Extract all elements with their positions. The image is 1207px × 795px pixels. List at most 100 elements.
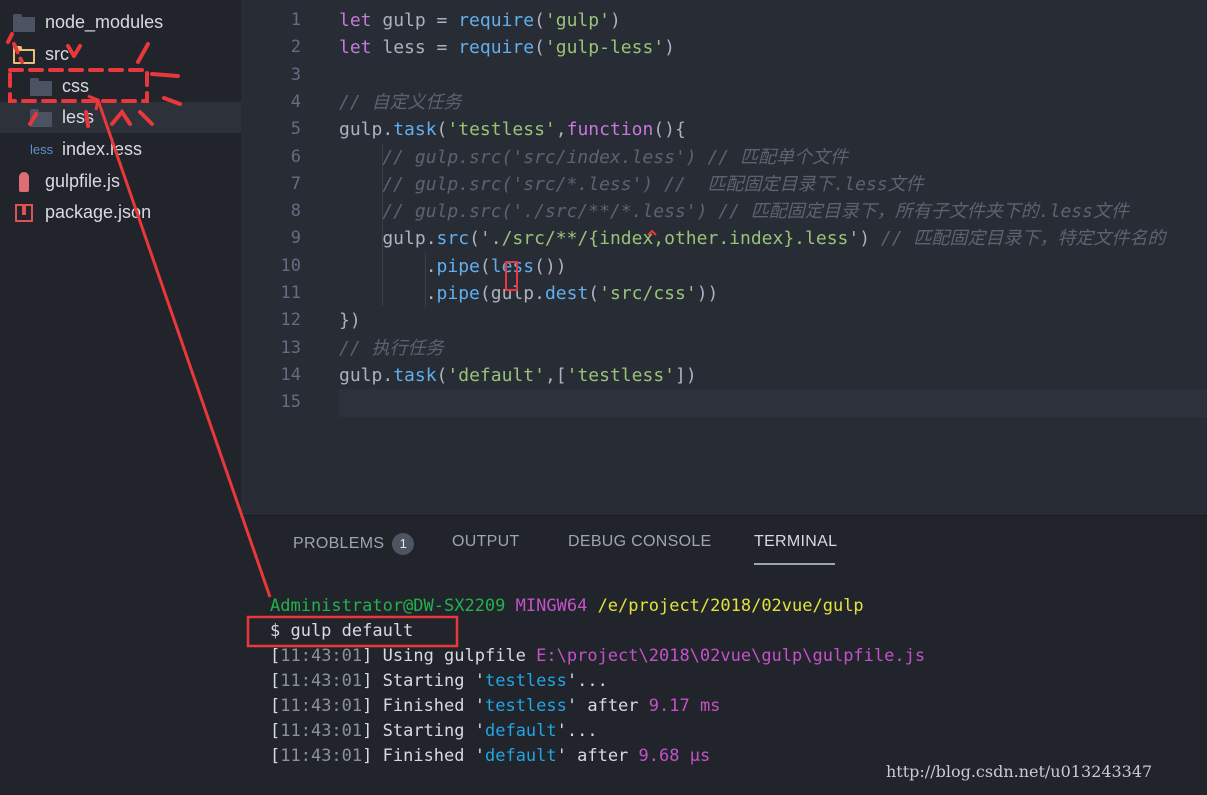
code-line[interactable]: 11 .pipe(gulp.dest('src/css')) (241, 280, 1207, 307)
code-token: less = (382, 37, 459, 59)
log-text: Starting ' (382, 721, 485, 741)
code-token: less (490, 255, 535, 277)
tree-item-label: src (45, 44, 69, 64)
log-text: Finished ' (382, 696, 485, 716)
tree-item-gulpfile[interactable]: gulpfile.js (0, 166, 254, 197)
code-token: ( (534, 37, 545, 59)
line-number: 12 (280, 310, 301, 331)
timestamp: 11:43:01 (280, 671, 363, 691)
code-text: gulp.task('default',['testless']) (339, 362, 697, 389)
code-token: . (339, 283, 437, 304)
code-editor[interactable]: 1 let gulp = require('gulp') 2 let less = r… (241, 0, 1207, 515)
tree-item-css[interactable]: css (0, 71, 271, 102)
tree-item-node-modules[interactable]: node_modules (0, 7, 254, 38)
folder-icon (30, 108, 52, 127)
log-highlight: testless (484, 671, 567, 691)
code-line[interactable]: 13 // 执行任务 (241, 335, 1207, 362)
tab-debug-console[interactable]: DEBUG CONSOLE (568, 533, 712, 551)
tab-label: PROBLEMS (293, 535, 385, 553)
code-token: // 执行任务 (339, 337, 444, 359)
code-token: pipe (436, 255, 480, 277)
code-line[interactable]: 12}) (241, 307, 1207, 334)
tree-item-index-less[interactable]: less index.less (0, 134, 271, 165)
tree-item-src[interactable]: src (0, 39, 254, 70)
less-file-icon: less (30, 142, 54, 157)
terminal-output-line: [11:43:01] Finished 'testless' after 9.1… (270, 696, 721, 716)
terminal-prompt: Administrator@DW-SX2209 MINGW64 /e/proje… (270, 596, 864, 616)
code-token: gulp. (339, 228, 437, 250)
code-token: , (555, 119, 567, 141)
timestamp: 11:43:01 (280, 646, 363, 666)
code-text: gulp.task('testless',function(){ (339, 116, 686, 143)
code-token: gulp = (382, 10, 459, 31)
code-line[interactable]: 7 // gulp.src('src/*.less') // 匹配固定目录下.l… (241, 171, 1207, 198)
code-token: ( (469, 228, 480, 250)
code-text: gulp.src('./src/**/{index,other.index}.l… (339, 225, 1165, 252)
tab-output[interactable]: OUTPUT (452, 533, 520, 551)
prompt-path: /e/project/2018/02vue/gulp (597, 596, 864, 616)
tree-item-label: package.json (45, 202, 152, 222)
code-token: 'testless' (566, 364, 675, 386)
code-token: ()) (534, 255, 567, 277)
code-token: 'testless' (447, 119, 556, 141)
code-token: ,[ (544, 364, 567, 386)
code-line[interactable]: 10 .pipe(less()) (241, 253, 1207, 280)
code-line[interactable]: 6 // gulp.src('src/index.less') // 匹配单个文… (241, 144, 1207, 171)
code-token: ) (664, 37, 675, 59)
log-highlight: default (484, 746, 557, 766)
code-token: let (339, 10, 383, 31)
log-highlight: default (484, 721, 557, 741)
line-number: 15 (280, 392, 301, 413)
code-line[interactable]: 14 gulp.task('default',['testless']) (241, 362, 1207, 389)
code-line[interactable]: 3 (241, 62, 1207, 89)
line-number: 5 (290, 119, 301, 140)
terminal-output-line: [11:43:01] Using gulpfile E:\project\201… (270, 646, 926, 666)
code-token: require (458, 10, 535, 31)
line-number: 6 (290, 146, 301, 167)
code-text: // 执行任务 (339, 335, 444, 362)
code-line[interactable]: 8 // gulp.src('./src/**/*.less') // 匹配固定… (241, 198, 1207, 225)
log-text: ' after (556, 746, 639, 766)
code-line[interactable]: 1 let gulp = require('gulp') (241, 7, 1207, 34)
code-text: .pipe(less()) (339, 253, 567, 280)
gulp-file-icon (19, 171, 29, 192)
code-token: // gulp.src('./src/**/*.less') // 匹配固定目录… (339, 201, 1129, 223)
code-token: (gulp. (479, 283, 545, 304)
tree-item-less[interactable]: less (0, 102, 271, 133)
duration-value: 9.17 ms (648, 696, 721, 716)
tab-label: DEBUG CONSOLE (568, 533, 712, 550)
log-text: Using gulpfile (382, 646, 537, 666)
line-number: 10 (280, 255, 301, 276)
log-text: ' after (566, 696, 649, 716)
tab-label: OUTPUT (452, 533, 520, 550)
folder-icon (30, 77, 52, 96)
duration-value: 9.68 μs (638, 746, 711, 766)
code-token: 'default' (447, 364, 545, 386)
code-token: require (458, 37, 535, 59)
code-token: (){ (653, 119, 686, 141)
code-token: // gulp.src('src/*.less') // 匹配固定目录下.les… (339, 173, 924, 195)
code-text: let less = require('gulp-less') (339, 34, 675, 61)
code-token: task (393, 364, 437, 386)
code-token: dest (544, 283, 589, 304)
tab-terminal[interactable]: TERMINAL (754, 533, 837, 551)
log-text: '... (566, 671, 608, 691)
code-line[interactable]: 5 gulp.task('testless',function(){ (241, 116, 1207, 143)
code-token: './src/**/{index,other.index}.less' (479, 228, 860, 250)
log-highlight: testless (484, 696, 567, 716)
code-line[interactable]: 4 // 自定义任务 (241, 89, 1207, 116)
code-line[interactable]: 2 let less = require('gulp-less') (241, 34, 1207, 61)
tree-item-label: node_modules (45, 12, 164, 32)
code-token: ( (588, 283, 600, 304)
code-line[interactable]: 9 gulp.src('./src/**/{index,other.index}… (241, 225, 1207, 252)
tree-item-label: gulpfile.js (45, 171, 121, 191)
tab-problems[interactable]: PROBLEMS 1 (293, 533, 415, 555)
line-number: 2 (290, 37, 301, 58)
code-token: ]) (675, 364, 697, 386)
tab-label: TERMINAL (754, 533, 838, 550)
code-line[interactable]: 15 (241, 389, 1207, 416)
folder-open-icon (13, 45, 35, 64)
tree-item-package-json[interactable]: package.json (0, 197, 256, 228)
package-file-icon (15, 203, 33, 222)
file-explorer: node_modules src css less less index.les… (0, 0, 271, 794)
